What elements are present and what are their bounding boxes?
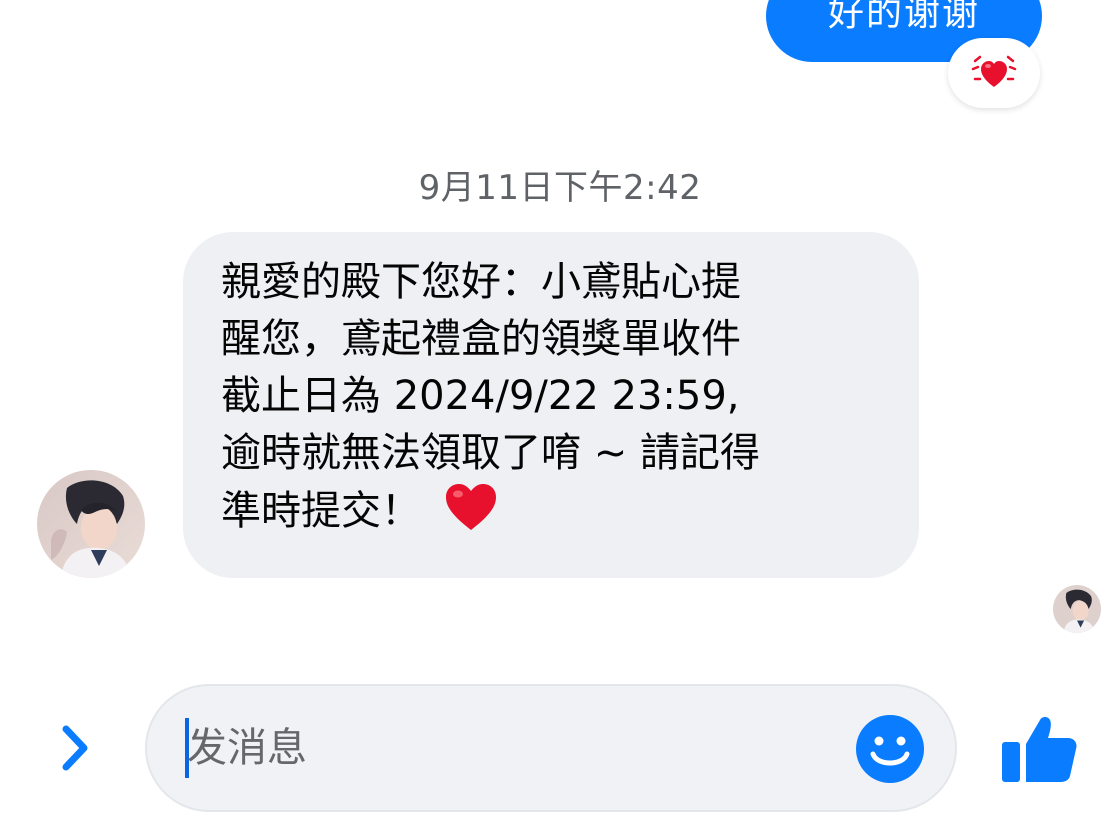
message-line: 親愛的殿下您好：小鳶貼心提 [221,259,741,305]
messenger-screen: 好的谢谢 9月11日下午2:42 親愛的殿下您好：小鳶貼心提 醒您，鳶起禮盒的領… [0,0,1120,840]
heart-beating-icon [971,55,1017,87]
message-input[interactable] [187,725,807,771]
message-line: 逾時就無法領取了唷 ~ 請記得 [221,430,760,476]
message-reaction[interactable] [948,38,1040,108]
message-timestamp: 9月11日下午2:42 [418,168,702,208]
message-line: 準時提交！ [221,488,421,534]
chevron-right-icon [62,725,88,771]
expand-actions-button[interactable] [50,718,100,778]
incoming-message-bubble[interactable]: 親愛的殿下您好：小鳶貼心提 醒您，鳶起禮盒的領獎單收件 截止日為 2024/9/… [183,232,919,578]
avatar-image [37,470,145,578]
message-line: 醒您，鳶起禮盒的領獎單收件 [221,316,741,362]
contact-avatar[interactable] [37,470,145,578]
like-button[interactable] [996,708,1080,792]
read-receipt-avatar [1053,585,1101,633]
thumbs-up-icon [1002,717,1077,782]
avatar-image [1053,585,1101,633]
message-composer [0,660,1120,840]
message-thread[interactable]: 好的谢谢 9月11日下午2:42 親愛的殿下您好：小鳶貼心提 醒您，鳶起禮盒的領… [0,0,1120,660]
emoji-button[interactable] [855,714,925,784]
message-input-container[interactable] [145,684,957,812]
message-line: 截止日為 2024/9/22 23:59, [221,373,740,419]
outgoing-message-text: 好的谢谢 [827,0,980,34]
message-line-last: 準時提交！ [221,482,883,548]
red-heart-icon [443,482,499,548]
smiley-icon [856,715,924,783]
